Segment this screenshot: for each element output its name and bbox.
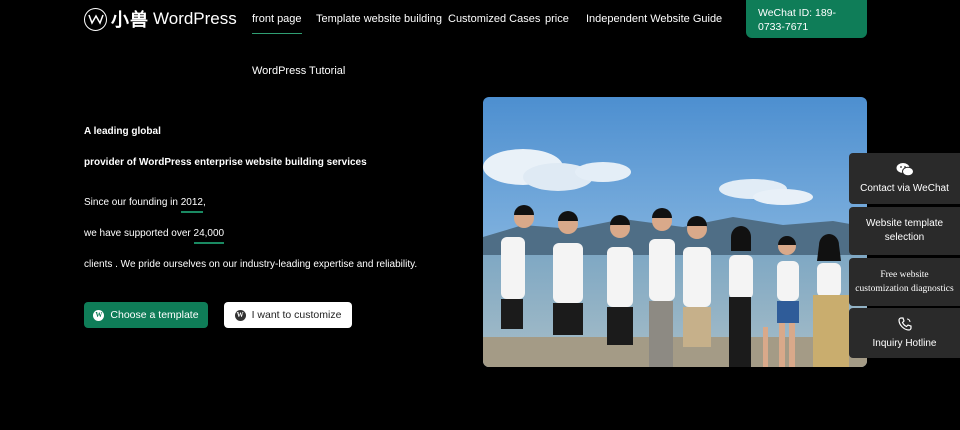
inquiry-hotline-label: Inquiry Hotline <box>872 337 937 349</box>
nav-wordpress-tutorial[interactable]: WordPress Tutorial <box>252 65 345 77</box>
nav-independent-website-guide[interactable]: Independent Website Guide <box>586 13 722 25</box>
founding-year: 2012 <box>180 197 204 213</box>
nav-price[interactable]: price <box>545 13 569 25</box>
client-count: 24,000 <box>193 228 225 244</box>
contact-wechat-button[interactable]: Contact via WeChat <box>849 153 960 204</box>
wechat-icon <box>896 162 914 182</box>
choose-template-button[interactable]: W Choose a template <box>84 302 208 328</box>
customize-button[interactable]: W I want to customize <box>224 302 352 328</box>
wordpress-icon: W <box>93 309 105 321</box>
inquiry-hotline-button[interactable]: Inquiry Hotline <box>849 308 960 358</box>
founding-text: Since our founding in <box>84 197 181 208</box>
hero-paragraph-3: clients . We pride ourselves on our indu… <box>84 259 418 270</box>
hero-paragraph-1: Since our founding in 2012, <box>84 197 206 213</box>
nav-customized-cases[interactable]: Customized Cases <box>448 13 540 25</box>
site-logo[interactable]: 小兽 WordPress <box>84 6 237 32</box>
contact-wechat-label: Contact via WeChat <box>860 182 949 194</box>
founding-suffix: , <box>202 197 206 208</box>
wechat-id-button[interactable]: WeChat ID: 189-0733-7671 <box>746 0 867 38</box>
supported-text: we have supported over <box>84 228 194 239</box>
logo-cn-text: 小兽 <box>111 10 149 31</box>
customize-label: I want to customize <box>251 309 342 321</box>
free-diagnostics-button[interactable]: Free website customization diagnostics <box>849 258 960 306</box>
wordpress-icon: W <box>234 309 246 321</box>
hero-paragraph-2: we have supported over 24,000 <box>84 228 225 244</box>
hero-heading-line2: provider of WordPress enterprise website… <box>84 157 367 168</box>
logo-w-icon <box>84 7 107 31</box>
team-photo <box>483 97 867 367</box>
phone-icon <box>897 316 913 337</box>
choose-template-label: Choose a template <box>110 309 199 321</box>
nav-template-website-building[interactable]: Template website building <box>316 13 442 25</box>
nav-front-page[interactable]: front page <box>252 13 302 34</box>
logo-en-text: WordPress <box>153 9 237 28</box>
hero-heading-line1: A leading global <box>84 126 161 137</box>
template-selection-button[interactable]: Website template selection <box>849 207 960 255</box>
